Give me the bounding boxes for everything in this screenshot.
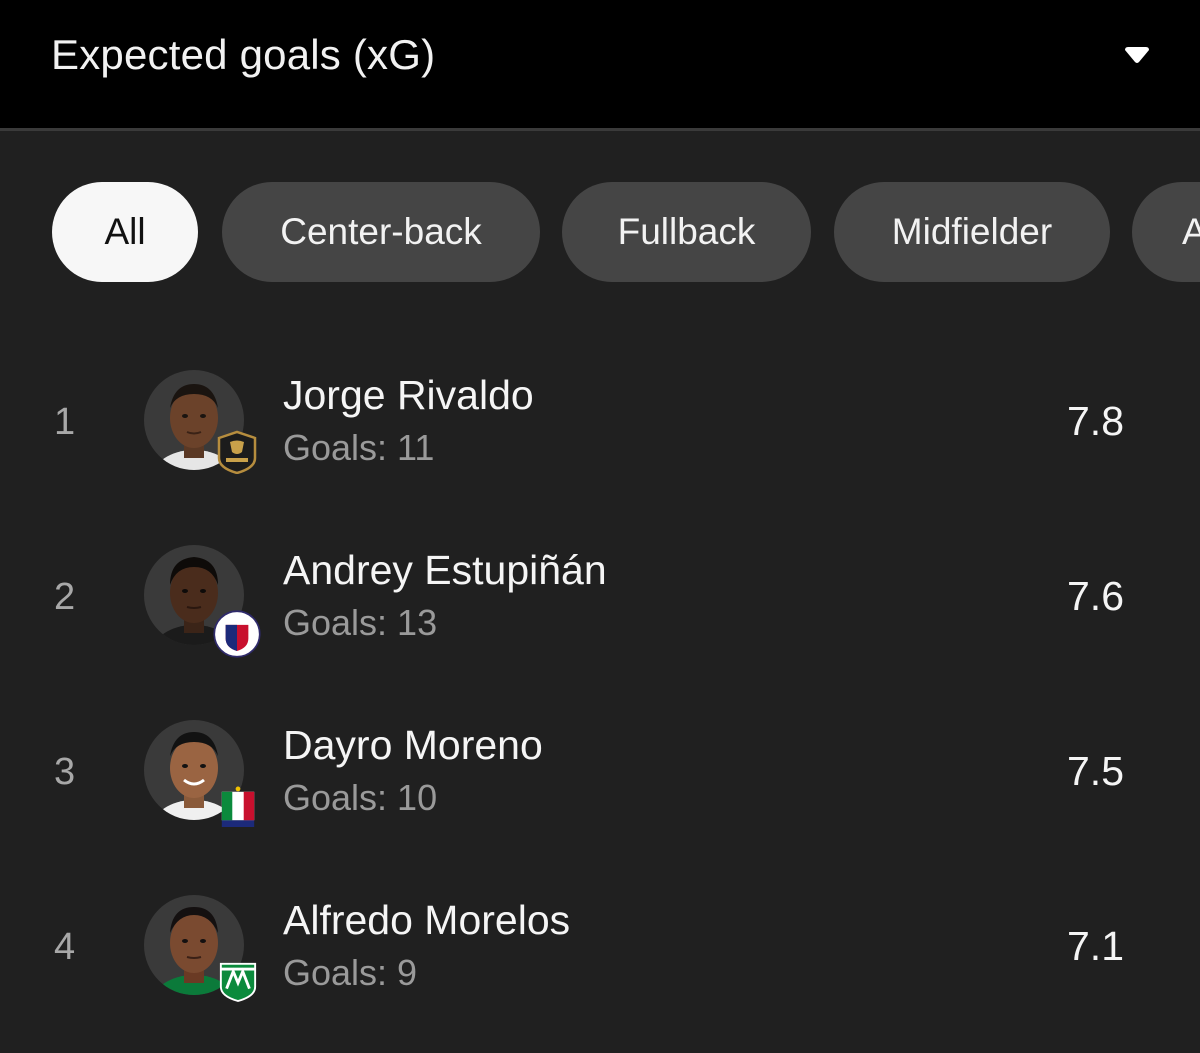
- player-name: Jorge Rivaldo: [283, 372, 534, 418]
- player-row[interactable]: 2 Andrey Estupiñán Goals: 13 7.6: [0, 525, 1200, 700]
- filter-chip-fullback[interactable]: Fullback: [562, 182, 811, 282]
- caret-down-icon[interactable]: [1124, 46, 1150, 66]
- position-filter-chips: All Center-back Fullback Midfielder A: [0, 182, 1200, 282]
- filter-chip-all[interactable]: All: [52, 182, 198, 282]
- stat-title[interactable]: Expected goals (xG): [51, 30, 435, 80]
- player-row[interactable]: 4 Alfredo Morelos Goals: 9 7.1: [0, 875, 1200, 1050]
- player-goals: Goals: 9: [283, 952, 418, 993]
- club-badge-icon: [217, 430, 257, 474]
- player-row[interactable]: 3 Dayro Moreno Goals: 10 7.5: [0, 700, 1200, 875]
- player-name: Dayro Moreno: [283, 722, 543, 768]
- player-name: Andrey Estupiñán: [283, 547, 607, 593]
- player-rank: 4: [54, 926, 76, 968]
- filter-chip-midfielder[interactable]: Midfielder: [834, 182, 1110, 282]
- player-rank: 3: [54, 751, 76, 793]
- player-goals: Goals: 11: [283, 427, 435, 468]
- xg-value: 7.8: [1067, 398, 1124, 444]
- filter-chip-center-back[interactable]: Center-back: [222, 182, 540, 282]
- player-goals: Goals: 10: [283, 777, 438, 818]
- player-goals: Goals: 13: [283, 602, 438, 643]
- player-name: Alfredo Morelos: [283, 897, 571, 943]
- player-rank: 1: [54, 401, 76, 443]
- header-bar[interactable]: Expected goals (xG): [0, 0, 1200, 131]
- xg-value: 7.5: [1067, 748, 1124, 794]
- filter-chip-attacker[interactable]: A: [1132, 182, 1200, 282]
- player-row[interactable]: 1 Jorge Rivaldo Goals: 11 7.8: [0, 350, 1200, 525]
- club-badge-icon: [213, 610, 261, 658]
- club-badge-icon: [219, 962, 257, 1002]
- xg-value: 7.1: [1067, 923, 1124, 969]
- player-rank: 2: [54, 576, 76, 618]
- club-badge-icon: [221, 786, 255, 827]
- xg-value: 7.6: [1067, 573, 1124, 619]
